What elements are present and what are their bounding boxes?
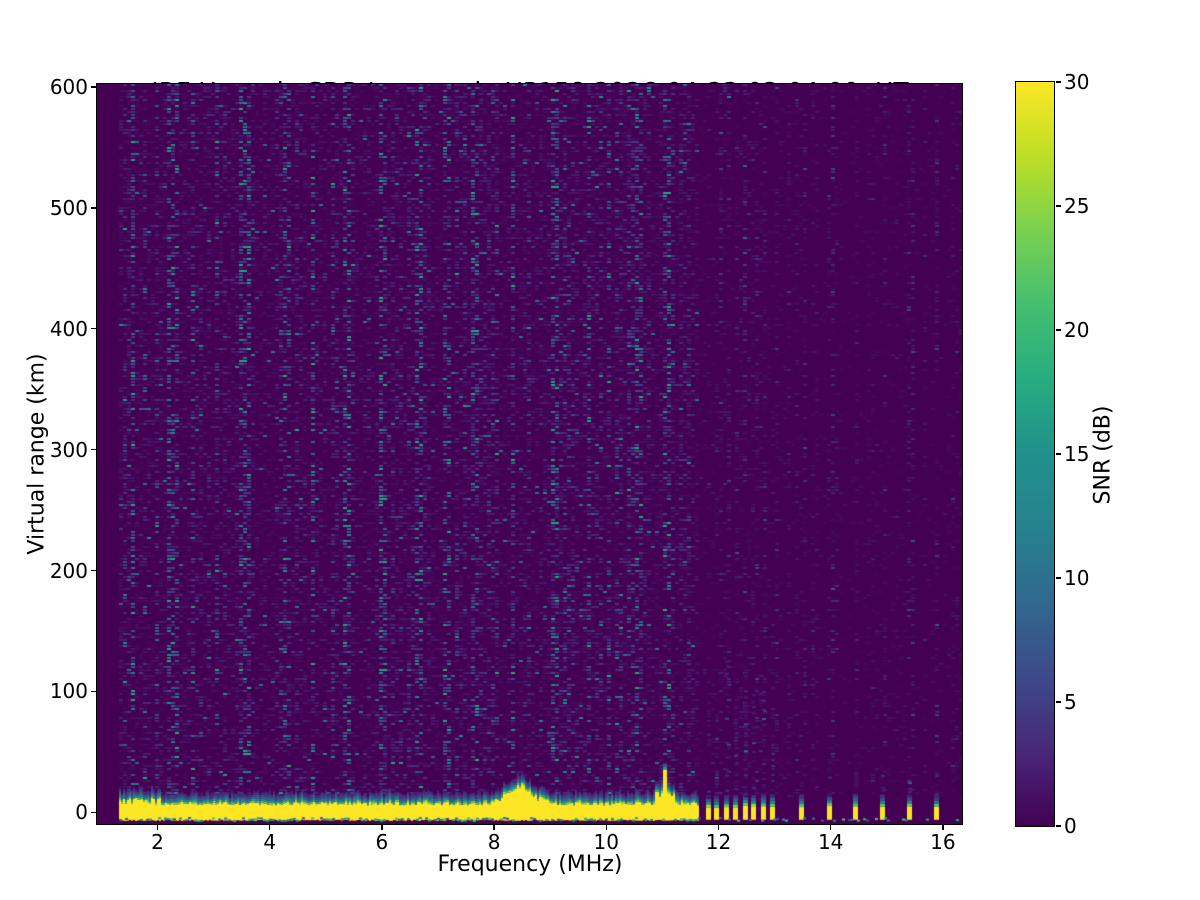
colorbar-tick-label: 15 bbox=[1064, 442, 1089, 466]
y-tick-label: 400 bbox=[50, 317, 88, 341]
x-tick-label: 6 bbox=[376, 830, 389, 854]
colorbar-tick-label: 30 bbox=[1064, 70, 1089, 94]
colorbar-tick-label: 10 bbox=[1064, 566, 1089, 590]
colorbar-tick-mark bbox=[1056, 453, 1061, 455]
x-tick-label: 2 bbox=[151, 830, 164, 854]
colorbar-tick-label: 0 bbox=[1064, 814, 1077, 838]
colorbar-tick-mark bbox=[1056, 329, 1061, 331]
colorbar-tick-mark bbox=[1056, 825, 1061, 827]
colorbar bbox=[1015, 81, 1055, 827]
x-tick-label: 12 bbox=[706, 830, 731, 854]
colorbar-tick-label: 5 bbox=[1064, 690, 1077, 714]
y-tick-label: 600 bbox=[50, 75, 88, 99]
y-tick-label: 0 bbox=[75, 800, 88, 824]
y-tick-mark bbox=[91, 328, 96, 330]
x-tick-label: 10 bbox=[594, 830, 619, 854]
heatmap-image bbox=[97, 84, 962, 824]
x-tick-label: 4 bbox=[263, 830, 276, 854]
colorbar-tick-label: 20 bbox=[1064, 318, 1089, 342]
y-axis-label: Virtual range (km) bbox=[25, 353, 50, 554]
y-tick-mark bbox=[91, 812, 96, 814]
colorbar-tick-mark bbox=[1056, 81, 1061, 83]
colorbar-label: SNR (dB) bbox=[1091, 406, 1116, 505]
heatmap-axes bbox=[96, 83, 963, 825]
x-tick-label: 16 bbox=[930, 830, 955, 854]
x-axis-label: Frequency (MHz) bbox=[97, 852, 963, 877]
ionogram-figure: IRF Uppsala SDR Ionosonde UP158 2026-04-… bbox=[0, 0, 1200, 900]
y-tick-mark bbox=[91, 570, 96, 572]
colorbar-tick-label: 25 bbox=[1064, 194, 1089, 218]
y-tick-mark bbox=[91, 86, 96, 88]
y-tick-label: 100 bbox=[50, 679, 88, 703]
colorbar-tick-mark bbox=[1056, 577, 1061, 579]
y-tick-label: 500 bbox=[50, 196, 88, 220]
y-tick-label: 300 bbox=[50, 438, 88, 462]
y-tick-mark bbox=[91, 207, 96, 209]
y-tick-mark bbox=[91, 449, 96, 451]
colorbar-tick-mark bbox=[1056, 701, 1061, 703]
colorbar-gradient bbox=[1016, 82, 1054, 826]
colorbar-tick-mark bbox=[1056, 205, 1061, 207]
x-tick-label: 14 bbox=[818, 830, 843, 854]
y-tick-mark bbox=[91, 691, 96, 693]
y-tick-label: 200 bbox=[50, 559, 88, 583]
x-tick-label: 8 bbox=[488, 830, 501, 854]
